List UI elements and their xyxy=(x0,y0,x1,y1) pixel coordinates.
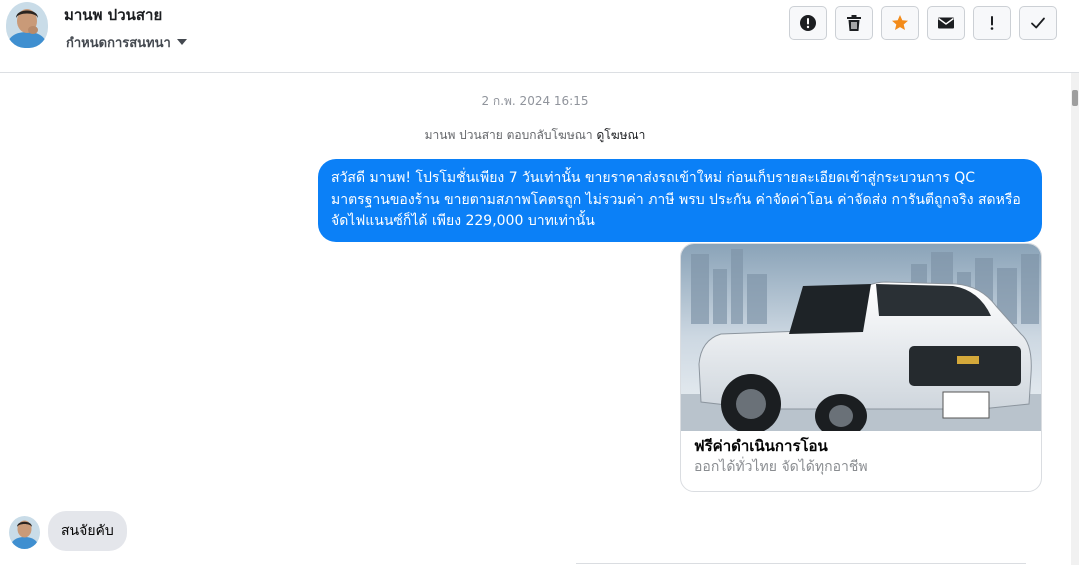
delete-button[interactable] xyxy=(835,6,873,40)
incoming-message[interactable]: สนจัยคับ xyxy=(48,511,127,551)
star-icon xyxy=(892,15,908,30)
ad-title: ฟรีค่าดำเนินการโอน xyxy=(694,437,828,455)
scrollbar-track[interactable] xyxy=(1071,73,1079,565)
trash-icon xyxy=(847,15,861,31)
conversation-settings-label: กำหนดการสนทนา xyxy=(66,36,171,51)
message-timestamp: 2 ก.พ. 2024 16:15 xyxy=(481,94,589,108)
star-button[interactable] xyxy=(881,6,919,40)
ad-subtitle: ออกได้ทั่วไทย จัดได้ทุกอาชีพ xyxy=(694,459,868,475)
ad-image xyxy=(681,244,1041,431)
sender-avatar[interactable] xyxy=(9,516,40,549)
mark-done-button[interactable] xyxy=(1019,6,1057,40)
ad-reply-text: มานพ ปวนสาย ตอบกลับโฆษณา xyxy=(424,128,593,142)
exclamation-circle-icon xyxy=(800,15,816,31)
divider xyxy=(576,563,1026,564)
conversation-settings-dropdown[interactable]: กำหนดการสนทนา xyxy=(66,32,187,53)
ad-reply-notice: มานพ ปวนสาย ตอบกลับโฆษณา ดูโฆษณา xyxy=(0,126,1070,145)
report-spam-button[interactable] xyxy=(789,6,827,40)
envelope-icon xyxy=(938,17,954,29)
exclamation-icon xyxy=(990,16,994,30)
follow-up-button[interactable] xyxy=(973,6,1011,40)
conversation-header: มานพ ปวนสาย กำหนดการสนทนา xyxy=(0,0,1079,73)
contact-avatar[interactable] xyxy=(6,2,48,48)
view-ad-link[interactable]: ดูโฆษณา xyxy=(596,128,645,142)
ad-card[interactable]: ฟรีค่าดำเนินการโอน ออกได้ทั่วไทย จัดได้ท… xyxy=(680,243,1042,492)
outgoing-message[interactable]: สวัสดี มานพ! โปรโมชั่นเพียง 7 วันเท่านั้… xyxy=(318,159,1042,242)
toolbar xyxy=(789,6,1057,40)
check-icon xyxy=(1031,17,1045,29)
contact-name[interactable]: มานพ ปวนสาย xyxy=(64,3,162,27)
scrollbar-thumb[interactable] xyxy=(1072,90,1078,106)
caret-down-icon xyxy=(176,39,187,45)
mark-unread-button[interactable] xyxy=(927,6,965,40)
